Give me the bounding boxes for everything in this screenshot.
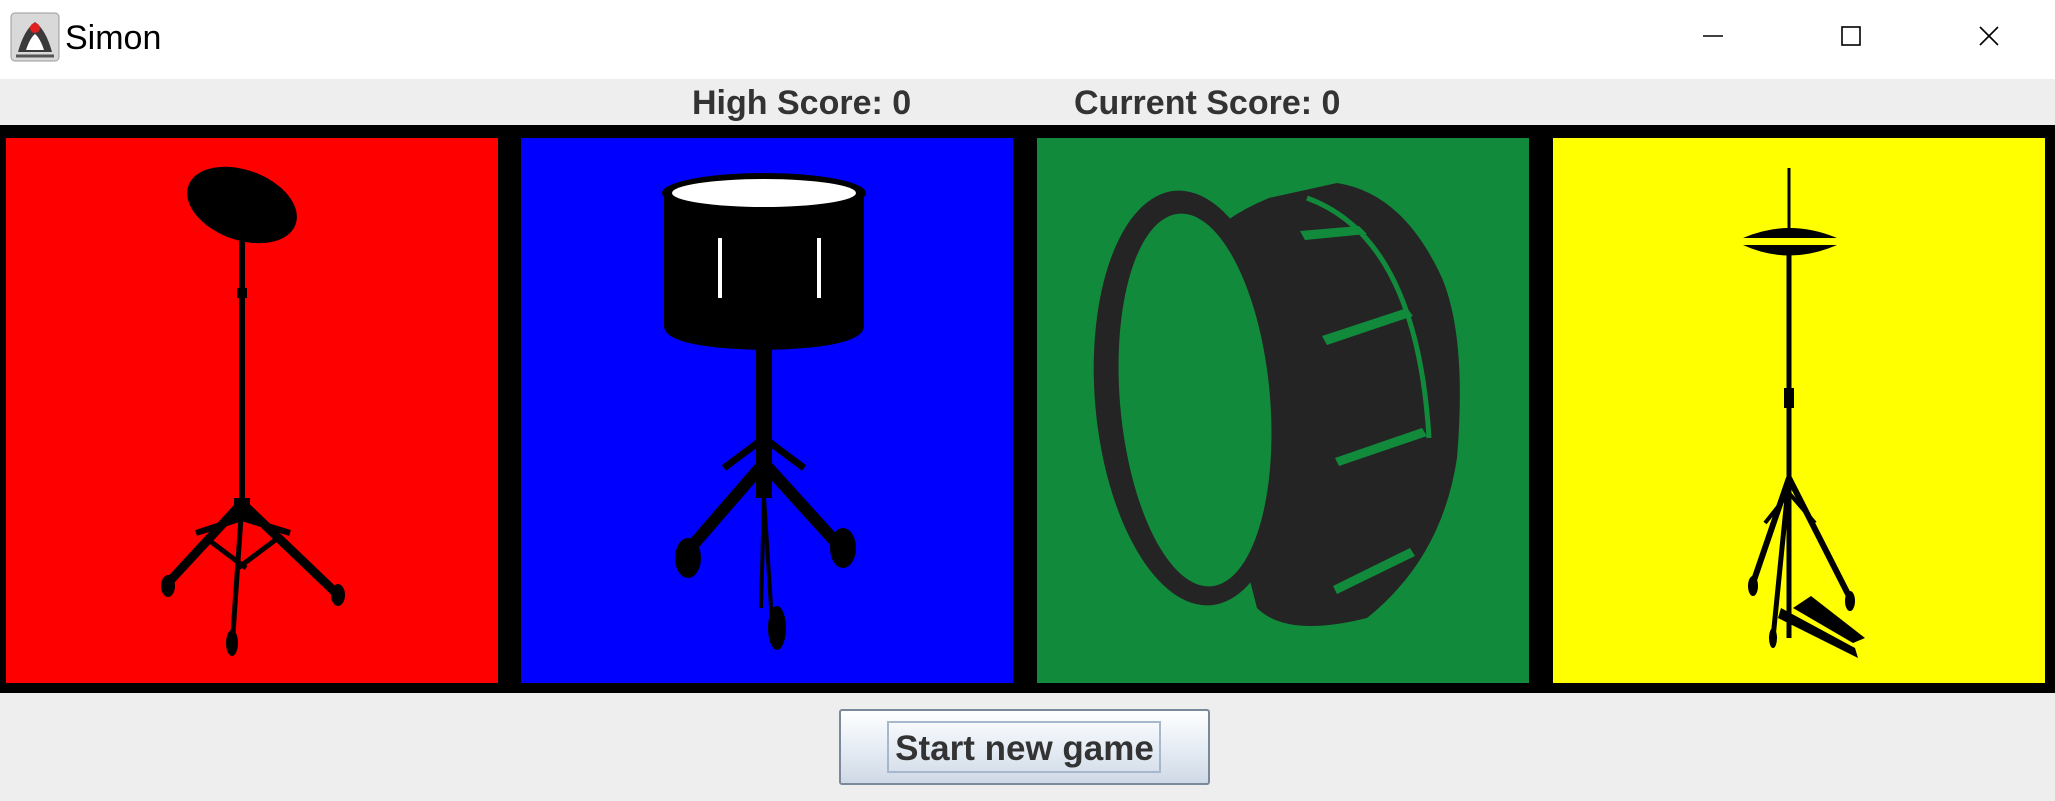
high-score-label: High Score: 0	[692, 84, 912, 122]
close-button[interactable]	[1920, 0, 2055, 72]
maximize-button[interactable]	[1782, 0, 1920, 72]
minimize-button[interactable]	[1644, 0, 1782, 72]
current-score-label: Current Score: 0	[1074, 84, 1341, 122]
close-icon	[1979, 26, 1999, 46]
red-cymbal-pad[interactable]	[6, 138, 498, 683]
drum-board	[0, 125, 2055, 693]
start-new-game-button[interactable]: Start new game	[839, 709, 1210, 785]
java-app-icon	[10, 12, 60, 62]
start-new-game-label: Start new game	[895, 729, 1154, 768]
minimize-icon	[1703, 35, 1723, 37]
yellow-pad-background	[1553, 138, 2045, 683]
window-title: Simon	[65, 19, 162, 57]
score-bar: High Score: 0 Current Score: 0	[0, 79, 2055, 125]
maximize-icon	[1841, 26, 1861, 46]
title-bar: Simon	[0, 0, 2055, 79]
simon-window: Simon High Score: 0 Current Score: 0 Sta…	[0, 0, 2055, 801]
yellow-hihat-pad[interactable]	[1553, 138, 2045, 683]
green-bass-drum-pad[interactable]	[1037, 138, 1529, 683]
blue-snare-pad[interactable]	[521, 138, 1013, 683]
